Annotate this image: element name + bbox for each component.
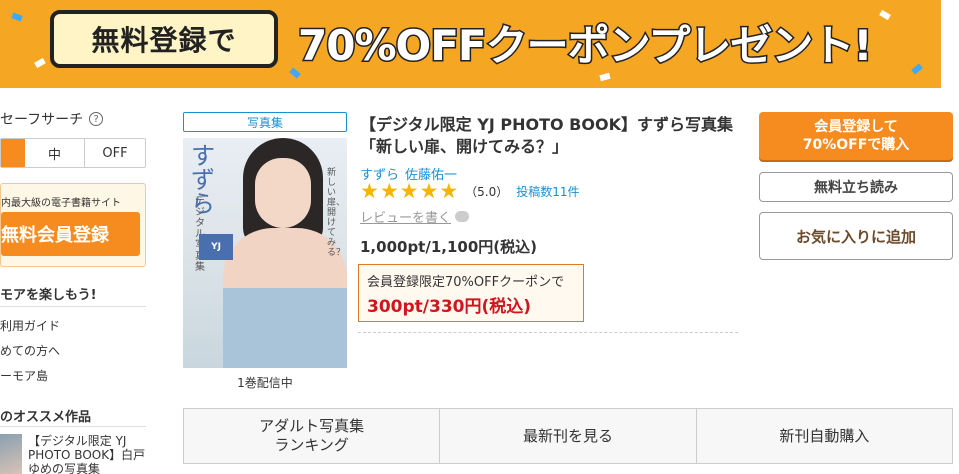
free-signup-button[interactable]: 無料会員登録: [1, 212, 140, 256]
safe-search-option-medium[interactable]: 中: [25, 139, 85, 167]
left-sidebar: セーフサーチ ? 中 OFF 内最大級の電子書籍サイト 無料会員登録 モアを楽し…: [0, 108, 146, 474]
star-icon: ★: [399, 179, 419, 203]
speech-bubble-icon: [455, 211, 470, 222]
sidebar-link-guide[interactable]: 利用ガイド: [0, 317, 60, 334]
delivery-status: 1巻配信中: [237, 376, 293, 390]
tab-auto-purchase[interactable]: 新刊自動購入: [696, 409, 952, 463]
cover-badge: YJ: [199, 234, 233, 260]
sidebar-link-island[interactable]: ーモア島: [0, 367, 48, 384]
tab-ranking-line2: ランキング: [274, 436, 349, 454]
divider: [0, 306, 146, 307]
signup-and-buy-line1: 会員登録して: [814, 119, 898, 135]
rating-value: （5.0）: [465, 184, 509, 199]
tab-ranking-line1: アダルト写真集: [259, 417, 365, 435]
coupon-price: 300pt/330円(税込): [367, 297, 532, 317]
recommended-thumbnail: [0, 434, 22, 474]
tab-ranking-label: アダルト写真集 ランキング: [259, 417, 364, 455]
star-icon: ★: [379, 179, 399, 203]
cover-badge-text: YJ: [211, 242, 221, 252]
review-count-link[interactable]: 投稿数11件: [516, 183, 579, 200]
write-review-link[interactable]: レビューを書く: [360, 207, 470, 226]
signup-and-buy-line2: 70%OFFで購入: [802, 137, 910, 153]
section-title-enjoy: モアを楽しもう!: [0, 288, 97, 303]
recommended-title[interactable]: 【デジタル限定 YJ PHOTO BOOK】白戸ゆめの写真集: [28, 434, 146, 474]
write-review-label: レビューを書く: [360, 211, 452, 226]
product-title: 【デジタル限定 YJ PHOTO BOOK】すずら写真集「新しい扉、開けてみる？…: [360, 115, 733, 156]
tab-ranking[interactable]: アダルト写真集 ランキング: [184, 409, 441, 463]
safe-search-option-off[interactable]: OFF: [85, 139, 145, 167]
section-title-recommended: のオススメ作品: [0, 410, 92, 425]
recommended-item[interactable]: 【デジタル限定 YJ PHOTO BOOK】白戸ゆめの写真集: [0, 434, 146, 474]
confetti-shape: [11, 12, 23, 22]
bottom-tabs: アダルト写真集 ランキング 最新刊を見る 新刊自動購入: [183, 408, 953, 464]
cover-art: [223, 288, 347, 368]
star-icon: ★: [439, 179, 459, 203]
divider: [0, 426, 146, 427]
safe-search-toggle: 中 OFF: [0, 138, 146, 168]
promo-tagline: 内最大級の電子書籍サイト: [1, 198, 121, 209]
coupon-label: 会員登録限定70%OFFクーポンで: [367, 275, 565, 290]
add-to-favorites-button[interactable]: お気に入りに追加: [759, 212, 953, 260]
safe-search-option-strict[interactable]: [1, 139, 25, 167]
sidebar-link-first-time[interactable]: めての方へ: [0, 342, 60, 359]
safe-search-label: セーフサーチ: [0, 112, 84, 128]
page: 無料登録で 70%OFFクーポンプレゼント! セーフサーチ ? 中 OFF 内最…: [0, 0, 959, 474]
book-cover[interactable]: すずら デジタル写真集 YJ 新しい扉、開けてみる？: [183, 138, 347, 368]
star-icon: ★: [360, 179, 379, 203]
tab-latest-volume[interactable]: 最新刊を見る: [440, 409, 697, 463]
promo-banner[interactable]: 無料登録で 70%OFFクーポンプレゼント!: [0, 0, 941, 88]
banner-pill: 無料登録で: [50, 10, 278, 68]
banner-headline: 70%OFFクーポンプレゼント!: [297, 20, 875, 72]
safe-search-header: セーフサーチ ?: [0, 108, 146, 130]
cover-vertical-text: 新しい扉、開けてみる？: [327, 168, 346, 258]
regular-price: 1,000pt/1,100円(税込): [360, 238, 537, 256]
divider: [358, 332, 738, 333]
banner-pill-text: 無料登録で: [91, 24, 237, 57]
confetti-shape: [911, 63, 923, 75]
confetti-shape: [599, 72, 611, 82]
cover-art: [255, 158, 311, 228]
confetti-shape: [879, 9, 891, 21]
confetti-shape: [34, 57, 46, 69]
coupon-box: 会員登録限定70%OFFクーポンで 300pt/330円(税込): [358, 264, 584, 322]
category-tag[interactable]: 写真集: [183, 112, 347, 132]
help-icon[interactable]: ?: [89, 112, 104, 126]
free-preview-button[interactable]: 無料立ち読み: [759, 172, 953, 202]
star-icon: ★: [419, 179, 439, 203]
signup-and-buy-button[interactable]: 会員登録して 70%OFFで購入: [759, 112, 953, 160]
rating-row: ★ ★ ★ ★ ★ （5.0） 投稿数11件: [360, 180, 580, 202]
signup-promo-box: 内最大級の電子書籍サイト 無料会員登録: [0, 183, 146, 267]
